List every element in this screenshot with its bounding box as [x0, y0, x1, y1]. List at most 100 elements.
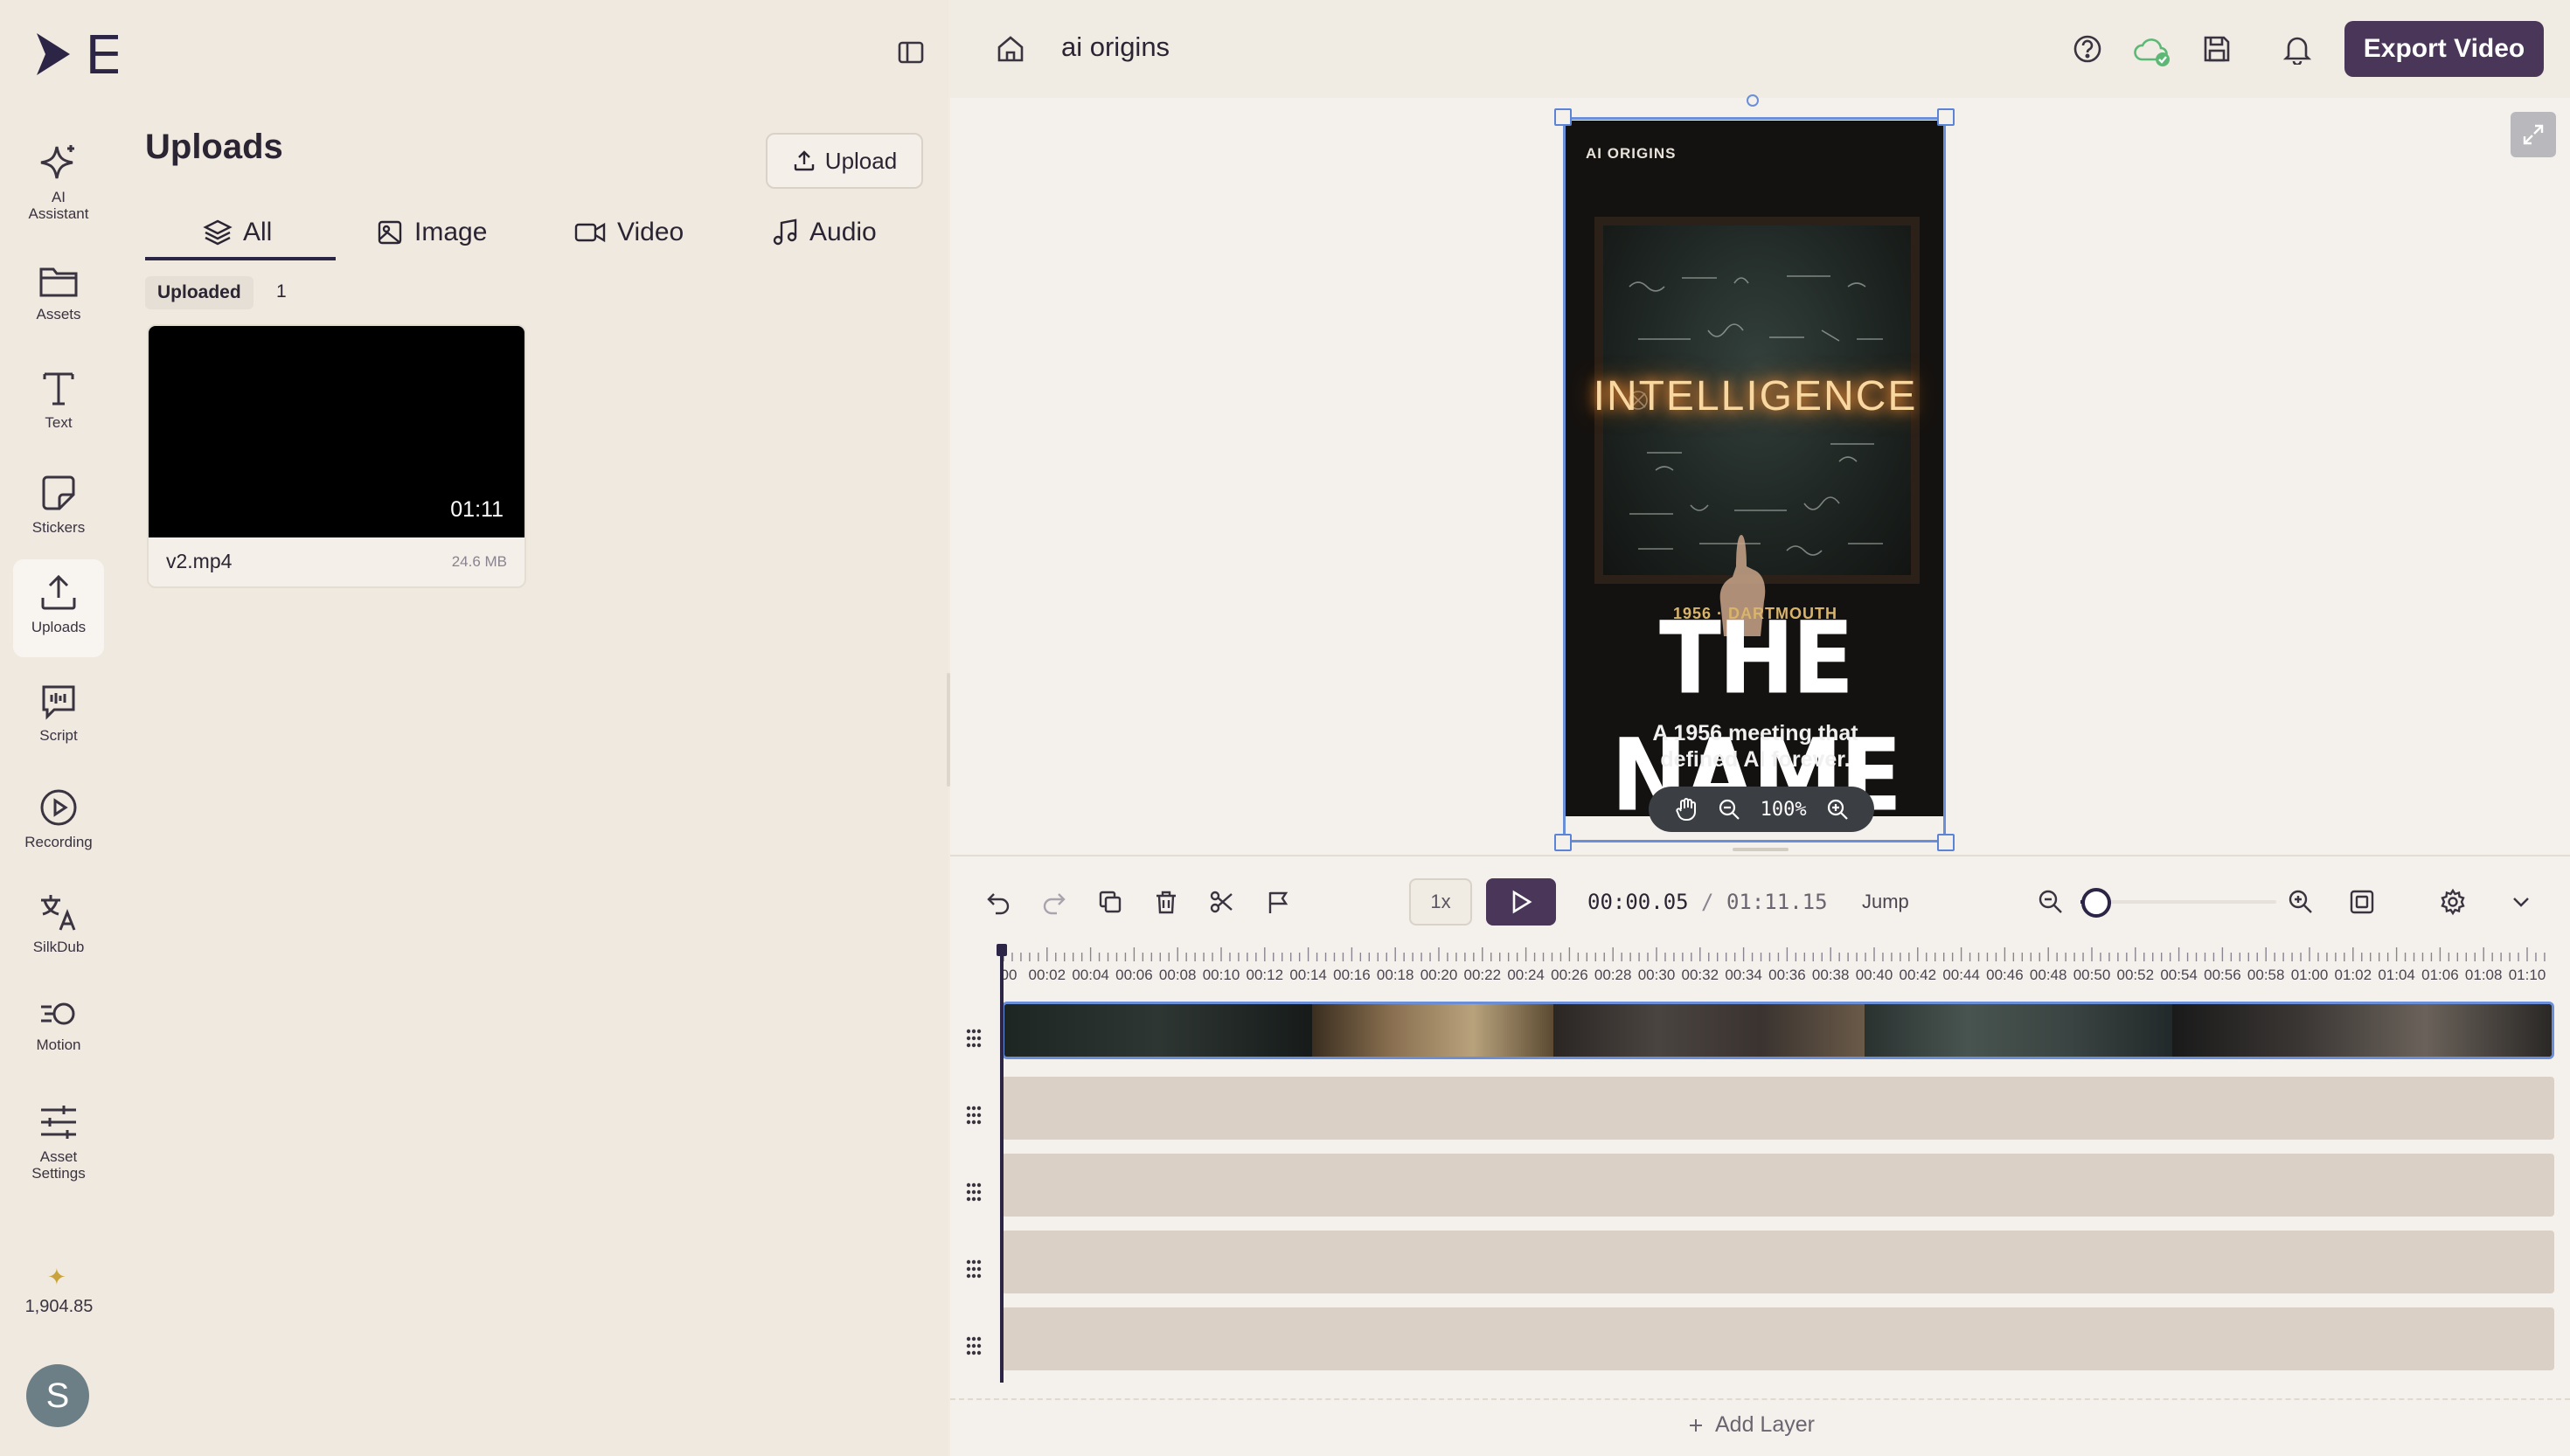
- tab-image[interactable]: Image: [376, 206, 487, 259]
- ruler-label: 00:48: [2029, 967, 2067, 983]
- video-duration: 01:11: [450, 497, 504, 522]
- rail-item-text[interactable]: Text: [13, 355, 104, 453]
- sticker-icon: [42, 475, 75, 510]
- add-layer-button[interactable]: Add Layer: [1687, 1412, 1815, 1438]
- fit-timeline-button[interactable]: [2348, 888, 2376, 916]
- ruler-label: 00:14: [1289, 967, 1327, 983]
- help-button[interactable]: [2072, 33, 2103, 65]
- empty-track[interactable]: [1002, 1154, 2554, 1217]
- ruler-ticks: [1003, 947, 2546, 961]
- timeline-settings-button[interactable]: [2439, 888, 2467, 916]
- rail-item-motion[interactable]: Motion: [13, 984, 104, 1082]
- ruler-label: 00:20: [1420, 967, 1458, 983]
- duplicate-button[interactable]: [1091, 883, 1129, 921]
- timeline-zoom-in-button[interactable]: [2287, 888, 2315, 916]
- hand-pan-icon[interactable]: [1674, 797, 1698, 822]
- rail-item-assets[interactable]: Assets: [13, 250, 104, 348]
- drag-grip-icon[interactable]: [962, 1257, 986, 1281]
- help-icon: [2073, 35, 2101, 63]
- timeline-zoom-out-button[interactable]: [2037, 888, 2065, 916]
- rotate-handle[interactable]: [1747, 94, 1759, 107]
- collapse-timeline-button[interactable]: [2509, 890, 2533, 914]
- cloud-sync-status[interactable]: [2133, 33, 2171, 68]
- ruler-label: 00:56: [2204, 967, 2241, 983]
- empty-track[interactable]: [1002, 1231, 2554, 1293]
- marker-button[interactable]: [1259, 883, 1297, 921]
- current-time: 00:00.05: [1587, 890, 1689, 914]
- panel-title: Uploads: [145, 128, 283, 166]
- ruler-label: 01:04: [2378, 967, 2415, 983]
- gear-icon: [2441, 888, 2465, 916]
- redo-button[interactable]: [1035, 883, 1073, 921]
- script-icon: [42, 685, 75, 720]
- ruler-label: 00:16: [1333, 967, 1371, 983]
- upload-button[interactable]: Upload: [766, 133, 923, 189]
- rail-item-ai-assistant[interactable]: AI Assistant: [13, 129, 104, 227]
- video-clip-track[interactable]: [1002, 1002, 2554, 1059]
- credits-balance: 1,904.85: [24, 1297, 94, 1316]
- undo-button[interactable]: [979, 883, 1018, 921]
- zoom-out-icon[interactable]: [1718, 798, 1740, 821]
- ruler-label: 00:06: [1115, 967, 1153, 983]
- ruler-label: 00:40: [1855, 967, 1893, 983]
- drag-grip-icon[interactable]: [962, 1103, 986, 1127]
- ruler-label: 00:10: [1202, 967, 1240, 983]
- ruler-label: 01:06: [2421, 967, 2459, 983]
- clip-frame: [2172, 1004, 2552, 1057]
- tab-all[interactable]: All: [203, 206, 272, 259]
- home-button[interactable]: [995, 33, 1026, 65]
- tab-audio[interactable]: Audio: [771, 206, 877, 259]
- rail-item-silkdub[interactable]: SilkDub: [13, 879, 104, 977]
- image-icon: [378, 220, 402, 245]
- jump-button[interactable]: Jump: [1862, 891, 1909, 913]
- ruler-label: 01:00: [2290, 967, 2329, 983]
- tab-video[interactable]: Video: [573, 206, 684, 259]
- clip-frame: [1312, 1004, 1553, 1057]
- play-button[interactable]: [1486, 878, 1556, 926]
- playback-speed-button[interactable]: 1x: [1409, 878, 1472, 926]
- collapse-panel-button[interactable]: [895, 37, 927, 68]
- drag-grip-icon[interactable]: [962, 1026, 986, 1050]
- add-layer-label: Add Layer: [1715, 1412, 1815, 1437]
- text-icon: [43, 372, 74, 406]
- export-video-button[interactable]: Export Video: [2344, 21, 2544, 77]
- total-time: 01:11.15: [1726, 890, 1828, 914]
- ruler-label: 00:36: [1768, 967, 1806, 983]
- rail-item-asset-settings[interactable]: Asset Settings: [13, 1089, 104, 1187]
- tab-label: Image: [414, 218, 488, 246]
- clip-frame: [1553, 1004, 1865, 1057]
- save-icon: [2204, 36, 2230, 62]
- split-button[interactable]: [1203, 883, 1241, 921]
- canvas-resize-handle[interactable]: [1733, 848, 1789, 851]
- delete-button[interactable]: [1147, 883, 1185, 921]
- section-label: Uploaded: [145, 276, 254, 309]
- notifications-button[interactable]: [2282, 33, 2313, 65]
- user-avatar[interactable]: S: [26, 1364, 89, 1427]
- save-button[interactable]: [2201, 33, 2233, 65]
- empty-track[interactable]: [1002, 1307, 2554, 1370]
- clip-frame: [1865, 1004, 2172, 1057]
- project-title[interactable]: ai origins: [1061, 31, 1170, 63]
- fullscreen-button[interactable]: [2511, 112, 2556, 157]
- ruler-label: 00:22: [1463, 967, 1502, 983]
- ruler-label: 00:08: [1158, 967, 1197, 983]
- video-preview[interactable]: AI ORIGINS INTELLIGENCE 1956 · DARTMOUTH…: [1565, 121, 1946, 816]
- time-ruler[interactable]: 00 00:02 00:04 00:06 00:08 00:10 00:12 00:14 00:…: [1001, 944, 2553, 986]
- drag-grip-icon[interactable]: [962, 1180, 986, 1204]
- playhead[interactable]: [1000, 946, 1004, 1383]
- ruler-label: 00:28: [1594, 967, 1632, 983]
- bell-icon: [2282, 37, 2312, 65]
- zoom-in-icon[interactable]: [1826, 798, 1849, 821]
- rail-item-stickers[interactable]: Stickers: [13, 460, 104, 558]
- rail-item-script[interactable]: Script: [13, 669, 104, 767]
- ruler-label: 00:32: [1681, 967, 1719, 983]
- ruler-label: 00:54: [2160, 967, 2198, 983]
- timeline-zoom-slider-knob[interactable]: [2081, 888, 2112, 918]
- rail-item-uploads[interactable]: Uploads: [13, 559, 104, 657]
- empty-track[interactable]: [1002, 1077, 2554, 1140]
- upload-card[interactable]: 01:11 v2.mp4 24.6 MB: [147, 324, 526, 588]
- rail-item-recording[interactable]: Recording: [13, 774, 104, 872]
- drag-grip-icon[interactable]: [962, 1334, 986, 1358]
- active-tab-indicator: [145, 257, 336, 260]
- ruler-label: 00:42: [1899, 967, 1937, 983]
